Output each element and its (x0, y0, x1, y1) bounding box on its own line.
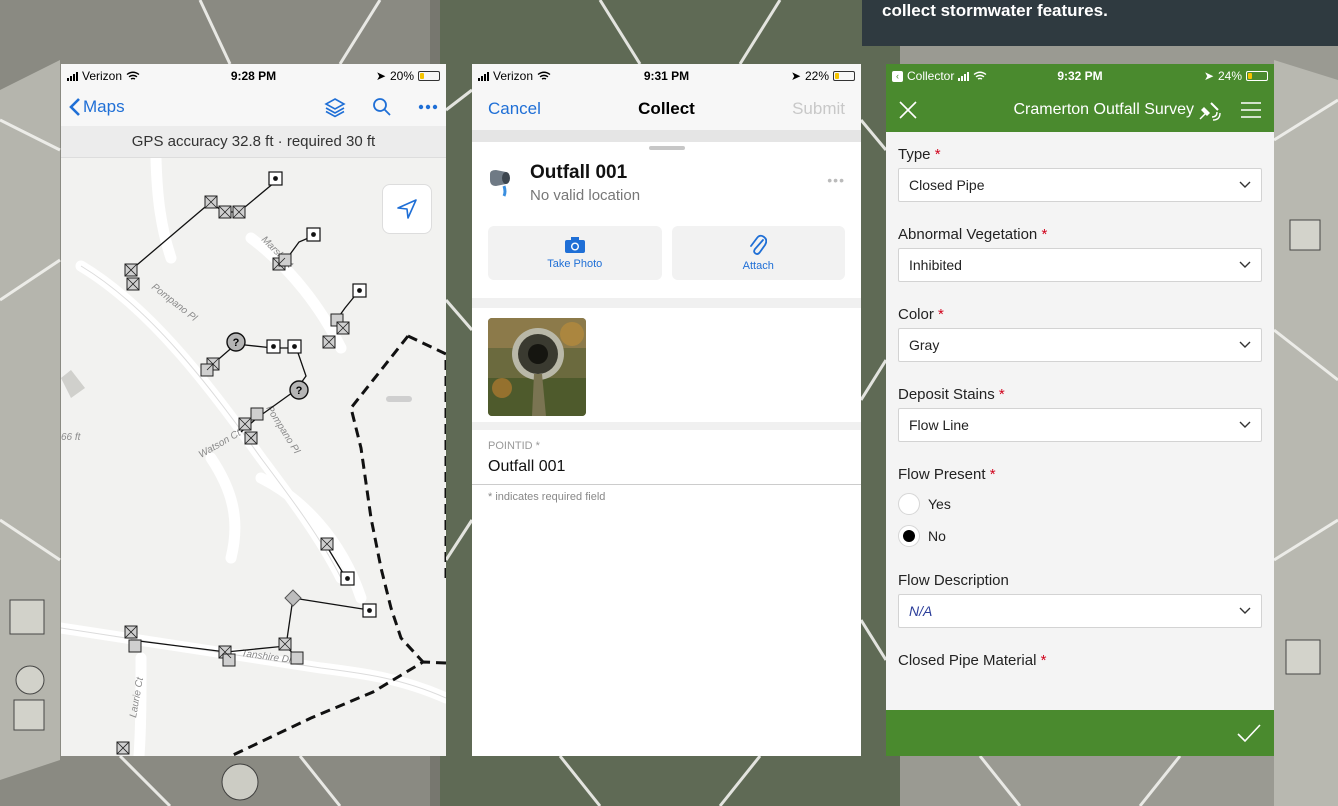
color-question-label: Color * (898, 306, 944, 323)
camera-icon (564, 237, 585, 253)
wifi-icon (126, 71, 140, 80)
phone-collect-screen: Verizon 9:31 PM ➤ 22% Cancel Collect Sub… (472, 64, 861, 756)
pointid-label: POINTID * (488, 440, 540, 452)
menu-icon[interactable] (1240, 101, 1262, 119)
back-label: Maps (83, 97, 125, 116)
chevron-left-icon (69, 98, 80, 116)
photo-attachments (472, 308, 861, 422)
survey-title: Cramerton Outfall Survey (1013, 101, 1194, 118)
chevron-down-icon (1239, 341, 1251, 348)
outfall-photo-thumbnail[interactable] (488, 318, 586, 416)
chevron-down-icon (1239, 181, 1251, 188)
caption-box: collect stormwater features. (862, 0, 1338, 46)
checkmark-submit-icon[interactable] (1236, 723, 1262, 743)
phone-survey-screen: ‹ Collector 9:32 PM ➤ 24% Cramerton Outf… (886, 64, 1274, 756)
type-select[interactable]: Closed Pipe (898, 168, 1262, 202)
close-icon[interactable] (898, 100, 918, 120)
gps-satellite-icon[interactable] (1198, 99, 1222, 121)
survey-form: Type * Closed Pipe Abnormal Vegetation *… (886, 132, 1274, 674)
map-label-pompano-2: Pompano Pl (263, 404, 302, 457)
vegetation-select[interactable]: Inhibited (898, 248, 1262, 282)
carrier-label: Verizon (82, 69, 123, 83)
carrier-label: Verizon (493, 69, 534, 83)
signal-icon (67, 71, 78, 81)
location-arrow-icon: ➤ (375, 69, 386, 83)
map-view[interactable]: Pompano Pl Marsh St Pompano Pl Watson Ct… (61, 152, 446, 756)
more-icon[interactable] (418, 104, 438, 110)
flow-description-label: Flow Description (898, 572, 1009, 589)
flow-present-question-label: Flow Present * (898, 466, 996, 483)
required-field-hint: * indicates required field (488, 491, 606, 503)
layers-icon[interactable] (324, 96, 346, 118)
cancel-button[interactable]: Cancel (488, 99, 541, 119)
navigation-arrow-icon (397, 199, 417, 219)
radio-yes[interactable] (898, 493, 920, 515)
flow-description-select[interactable]: N/A (898, 594, 1262, 628)
type-question-label: Type * (898, 146, 941, 163)
caption-text: collect stormwater features. (882, 1, 1108, 20)
battery-icon (833, 71, 855, 81)
feature-more-button[interactable]: ••• (827, 172, 845, 188)
attach-label: Attach (742, 260, 774, 272)
radio-no[interactable] (898, 525, 920, 547)
collect-navbar: Cancel Collect Submit (472, 88, 861, 130)
survey-header: Cramerton Outfall Survey (886, 88, 1274, 132)
pipe-material-question-label: Closed Pipe Material * (898, 652, 1047, 669)
wifi-icon (973, 71, 987, 80)
feature-title: Outfall 001 (530, 162, 628, 183)
attach-button[interactable]: Attach (671, 226, 845, 280)
chevron-down-icon (1239, 421, 1251, 428)
vegetation-question-label: Abnormal Vegetation * (898, 226, 1048, 243)
maps-navbar: Maps (61, 88, 446, 126)
wifi-icon (537, 71, 551, 80)
back-to-maps-button[interactable]: Maps (69, 97, 125, 117)
map-label-watson: Watson Ct (197, 427, 244, 460)
battery-icon (418, 71, 440, 81)
collect-sheet: Outfall 001 No valid location ••• Take P… (472, 146, 861, 509)
signal-icon (478, 71, 489, 81)
pointid-input[interactable]: Outfall 001 (472, 452, 861, 485)
status-bar: Verizon 9:31 PM ➤ 22% (472, 64, 861, 88)
survey-footer (886, 710, 1274, 756)
svg-text:?: ? (233, 337, 240, 349)
chevron-down-icon (1239, 261, 1251, 268)
signal-icon (958, 71, 970, 81)
location-arrow-icon: ➤ (1203, 69, 1214, 83)
flow-present-yes[interactable]: Yes (898, 488, 1262, 520)
map-peek (472, 130, 861, 142)
feature-header: Outfall 001 No valid location ••• (472, 150, 861, 212)
battery-icon (1246, 71, 1268, 81)
deposit-stains-select[interactable]: Flow Line (898, 408, 1262, 442)
paperclip-icon (750, 234, 768, 255)
take-photo-label: Take Photo (547, 258, 603, 270)
status-bar: Verizon 9:28 PM ➤ 20% (61, 64, 446, 88)
phone-maps-screen: Verizon 9:28 PM ➤ 20% Maps GPS accuracy … (61, 64, 446, 756)
locate-me-button[interactable] (382, 184, 432, 234)
feature-location-status: No valid location (530, 187, 641, 204)
chevron-down-icon (1239, 607, 1251, 614)
flow-present-no[interactable]: No (898, 520, 1262, 552)
location-arrow-icon: ➤ (790, 69, 801, 83)
map-scale-label: 66 ft (61, 432, 82, 443)
back-to-app-icon[interactable]: ‹ (892, 70, 903, 82)
search-icon[interactable] (372, 97, 392, 117)
battery-percent: 22% (804, 69, 829, 83)
svg-text:?: ? (296, 385, 303, 397)
submit-button[interactable]: Submit (792, 99, 845, 119)
gps-accuracy-banner: GPS accuracy 32.8 ft · required 30 ft (61, 126, 446, 158)
take-photo-button[interactable]: Take Photo (488, 226, 662, 280)
color-select[interactable]: Gray (898, 328, 1262, 362)
battery-percent: 24% (1217, 69, 1242, 83)
deposit-stains-question-label: Deposit Stains * (898, 386, 1005, 403)
map-label-pompano: Pompano Pl (149, 282, 199, 325)
map-canvas[interactable]: Pompano Pl Marsh St Pompano Pl Watson Ct… (61, 152, 446, 756)
outfall-pipe-icon (490, 170, 510, 197)
status-bar: ‹ Collector 9:32 PM ➤ 24% (886, 64, 1274, 88)
back-app-label[interactable]: Collector (907, 69, 954, 83)
battery-percent: 20% (389, 69, 414, 83)
